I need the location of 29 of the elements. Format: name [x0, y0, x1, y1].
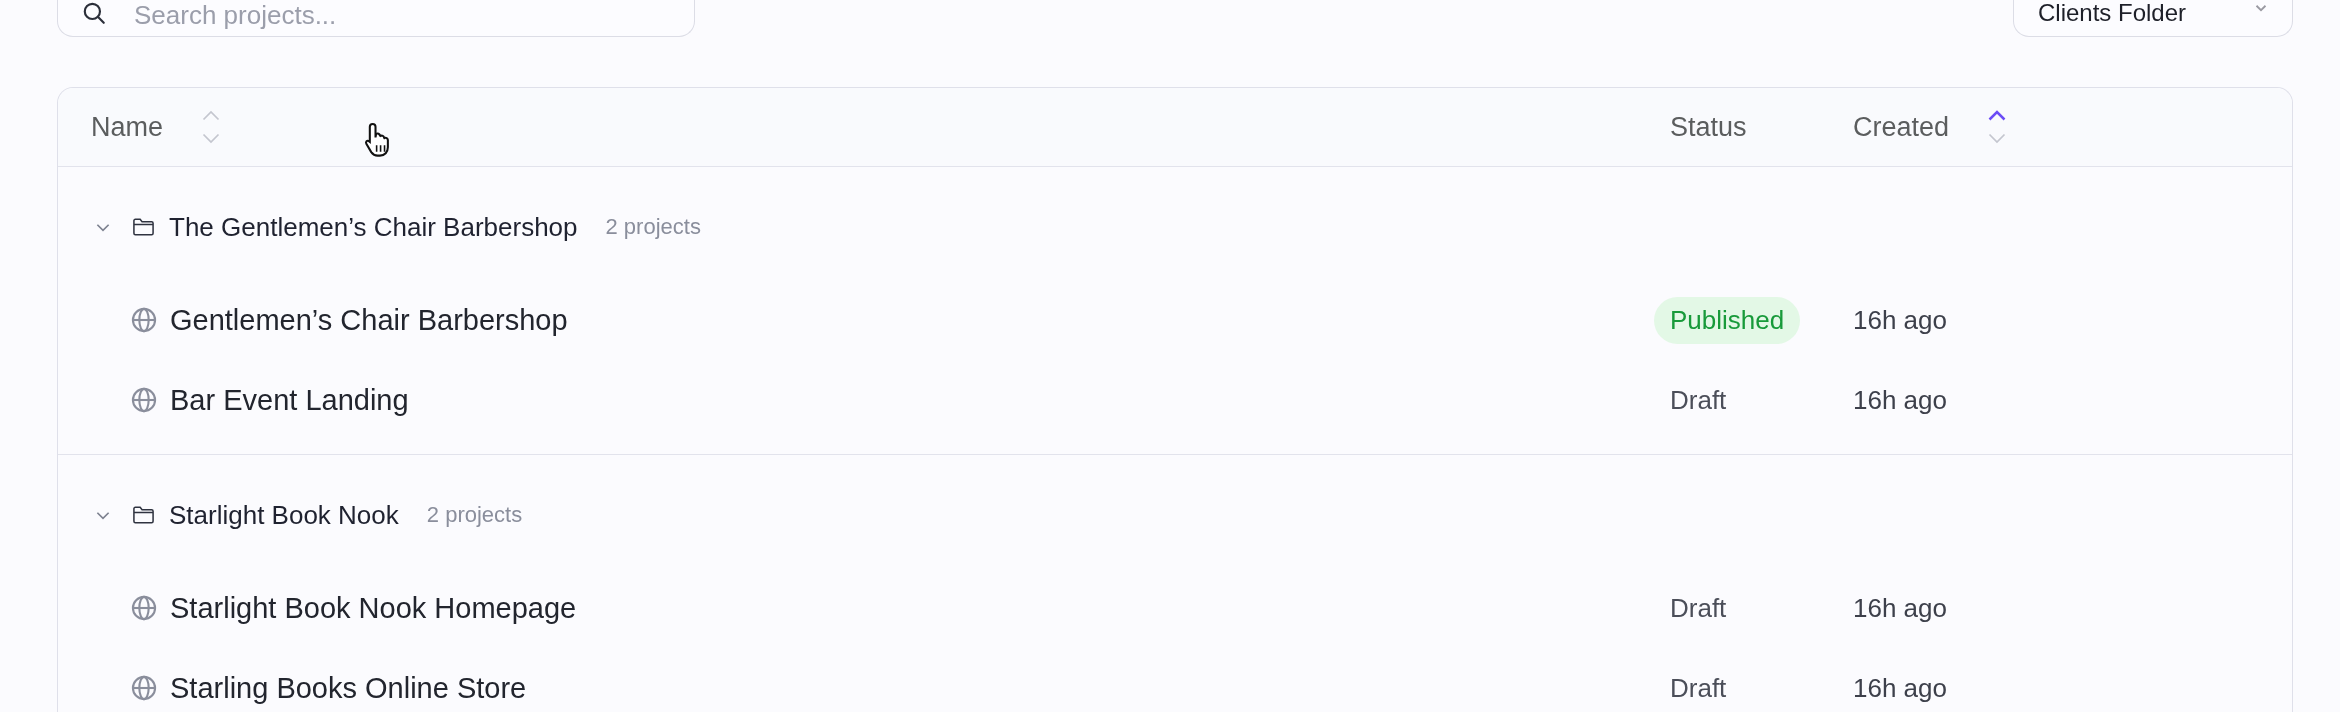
column-header[interactable]: Created	[1853, 111, 1950, 143]
folder-icon	[132, 217, 155, 237]
globe-icon	[130, 306, 158, 334]
column-header[interactable]: Name	[91, 111, 164, 143]
folder-name[interactable]: Starlight Book Nook	[169, 499, 399, 531]
project-name[interactable]: Bar Event Landing	[170, 383, 409, 417]
folder-icon	[132, 505, 155, 525]
project-name[interactable]: Starling Books Online Store	[170, 671, 527, 705]
search-icon	[81, 0, 107, 26]
project-count: 2 projects	[605, 214, 701, 240]
globe-icon	[130, 386, 158, 414]
globe-icon	[130, 674, 158, 702]
project-name[interactable]: Gentlemen’s Chair Barbershop	[170, 303, 568, 337]
sort-icon[interactable]	[1987, 109, 2008, 145]
folder-name[interactable]: The Gentlemen’s Chair Barbershop	[169, 211, 578, 243]
search-field[interactable]: Search projects...	[57, 0, 695, 37]
created-time: 16h ago	[1853, 304, 1947, 335]
status-text: Draft	[1670, 383, 1728, 417]
status-text: Draft	[1670, 671, 1728, 705]
folder-dropdown[interactable]: Clients Folder	[2013, 0, 2293, 37]
status-badge: Published	[1654, 296, 1801, 344]
globe-icon	[130, 594, 158, 622]
created-time: 16h ago	[1853, 672, 1947, 703]
created-time: 16h ago	[1853, 384, 1947, 415]
project-name[interactable]: Starlight Book Nook Homepage	[170, 591, 577, 625]
project-count: 2 projects	[426, 502, 523, 528]
status-text: Draft	[1670, 591, 1728, 625]
created-time: 16h ago	[1853, 592, 1947, 623]
column-header[interactable]: Status	[1670, 111, 1747, 143]
